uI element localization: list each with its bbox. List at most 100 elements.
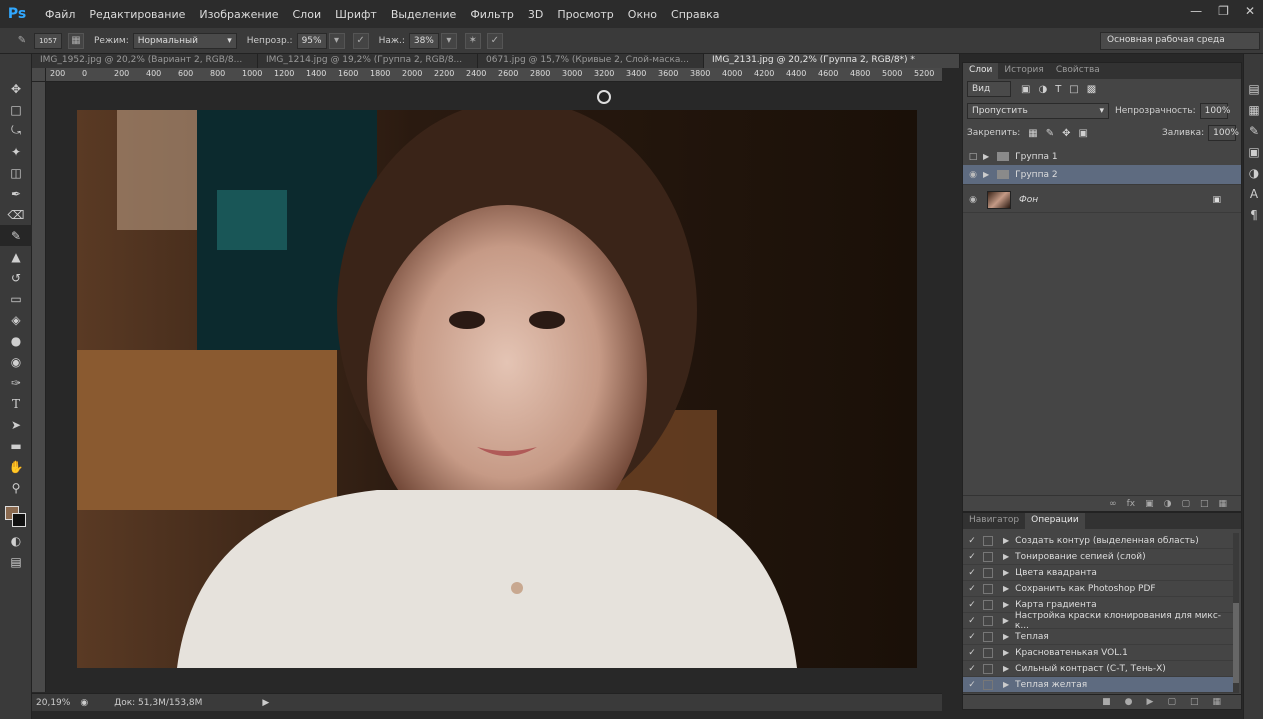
check-icon[interactable]: ✓	[963, 536, 981, 546]
expand-triangle-icon[interactable]: ▶	[1003, 600, 1009, 609]
lock-position-icon[interactable]: ✥	[1062, 128, 1070, 139]
brush-panel-icon[interactable]: ▦	[68, 32, 84, 49]
lock-transparency-icon[interactable]: ▦	[1028, 128, 1037, 139]
menu-filter[interactable]: Фильтр	[470, 8, 514, 21]
expand-triangle-icon[interactable]: ▶	[1003, 664, 1009, 673]
trash-icon[interactable]: ▦	[1218, 499, 1227, 509]
action-item[interactable]: ✓ ▶ Красноватенькая VOL.1	[963, 645, 1233, 661]
action-item[interactable]: ✓ ▶ Тонирование сепией (слой)	[963, 549, 1233, 565]
panel-icon[interactable]: ▣	[1244, 141, 1263, 162]
menu-type[interactable]: Шрифт	[335, 8, 377, 21]
opacity-input[interactable]: 95%	[296, 32, 327, 49]
action-item[interactable]: ✓ ▶ Сохранить как Photoshop PDF	[963, 581, 1233, 597]
doc-tab[interactable]: IMG_1952.jpg @ 20,2% (Вариант 2, RGB/8..…	[32, 54, 258, 68]
action-item[interactable]: ✓ ▶ Сильный контраст (С-Т, Тень-Х)	[963, 661, 1233, 677]
action-item[interactable]: ✓ ▶ Цвета квадранта	[963, 565, 1233, 581]
menu-window[interactable]: Окно	[628, 8, 657, 21]
clone-stamp-tool-icon[interactable]: ▲	[0, 246, 32, 267]
photo-canvas[interactable]	[77, 110, 917, 668]
layer-row[interactable]: ◉ Фон ▣	[963, 187, 1241, 213]
expand-triangle-icon[interactable]: ▶	[1003, 680, 1009, 689]
pressure-size-icon[interactable]: ✓	[486, 32, 503, 49]
brush-tool-icon[interactable]: ✎	[0, 225, 32, 246]
layer-opacity-input[interactable]: 100%	[1199, 103, 1230, 119]
doc-tab[interactable]: IMG_1214.jpg @ 19,2% (Группа 2, RGB/8...	[258, 54, 478, 68]
check-icon[interactable]: ✓	[963, 568, 981, 578]
pressure-opacity-icon[interactable]: ✓	[352, 32, 369, 49]
mode-select[interactable]: Нормальный ▾	[132, 32, 237, 49]
hand-tool-icon[interactable]: ✋	[0, 456, 32, 477]
type-tool-icon[interactable]: T	[0, 393, 32, 414]
dialog-toggle[interactable]	[982, 615, 993, 626]
tab-properties[interactable]: Свойства	[1050, 63, 1106, 79]
paint-bucket-tool-icon[interactable]: ◈	[0, 309, 32, 330]
menu-view[interactable]: Просмотр	[557, 8, 613, 21]
check-icon[interactable]: ✓	[963, 600, 981, 610]
expand-triangle-icon[interactable]: ▶	[1003, 584, 1009, 593]
eye-icon[interactable]: ◉	[963, 195, 983, 205]
opacity-dropdown-icon[interactable]: ▾	[328, 32, 345, 49]
eraser-tool-icon[interactable]: ▭	[0, 288, 32, 309]
flow-input[interactable]: 38%	[408, 32, 439, 49]
scrollbar-thumb[interactable]	[1233, 603, 1239, 683]
menu-select[interactable]: Выделение	[391, 8, 457, 21]
dialog-toggle[interactable]	[983, 567, 993, 578]
workspace-select[interactable]: Основная рабочая среда	[1100, 32, 1260, 50]
dialog-toggle[interactable]	[983, 631, 993, 642]
expand-triangle-icon[interactable]: ▶	[983, 170, 989, 179]
eyedropper-tool-icon[interactable]: ✒	[0, 183, 32, 204]
panel-icon[interactable]: A	[1244, 183, 1263, 204]
check-icon[interactable]: ✓	[963, 648, 981, 658]
layer-kind-select[interactable]: Вид	[967, 81, 1011, 97]
filter-shape-icon[interactable]: □	[1069, 84, 1078, 95]
brush-size-picker[interactable]: 1057	[34, 32, 62, 49]
check-icon[interactable]: ✓	[963, 664, 981, 674]
action-item[interactable]: ✓ ▶ Создать контур (выделенная область)	[963, 533, 1233, 549]
airbrush-icon[interactable]: ✶	[464, 32, 481, 49]
check-icon[interactable]: ✓	[963, 632, 981, 642]
filter-smart-icon[interactable]: ▩	[1087, 84, 1096, 95]
check-icon[interactable]: ✓	[963, 552, 981, 562]
dialog-toggle[interactable]	[983, 663, 993, 674]
expand-triangle-icon[interactable]: ▶	[1003, 568, 1009, 577]
layer-row[interactable]: □ ▶ Группа 1	[963, 147, 1241, 167]
new-group-icon[interactable]: ▢	[1181, 499, 1190, 509]
panel-icon[interactable]: ◑	[1244, 162, 1263, 183]
new-action-icon[interactable]: □	[1190, 697, 1199, 707]
background-color[interactable]	[12, 513, 26, 527]
expand-triangle-icon[interactable]: ▶	[1003, 552, 1009, 561]
expand-triangle-icon[interactable]: ▶	[1003, 632, 1009, 641]
crop-tool-icon[interactable]: ◫	[0, 162, 32, 183]
marquee-tool-icon[interactable]: □	[0, 99, 32, 120]
panel-icon[interactable]: ✎	[1244, 120, 1263, 141]
expand-triangle-icon[interactable]: ▶	[1003, 536, 1009, 545]
menu-file[interactable]: Файл	[45, 8, 75, 21]
shape-tool-icon[interactable]: ▬	[0, 435, 32, 456]
status-arrow-icon[interactable]: ▶	[262, 698, 269, 708]
tab-actions[interactable]: Операции	[1025, 513, 1085, 529]
dialog-toggle[interactable]	[983, 551, 993, 562]
play-icon[interactable]: ▶	[1147, 697, 1154, 707]
expand-triangle-icon[interactable]: ▶	[1003, 648, 1009, 657]
add-mask-icon[interactable]: ▣	[1145, 499, 1154, 509]
menu-help[interactable]: Справка	[671, 8, 719, 21]
menu-image[interactable]: Изображение	[199, 8, 278, 21]
restore-icon[interactable]: ❐	[1218, 4, 1229, 18]
check-icon[interactable]: ✓	[963, 616, 981, 626]
quick-select-tool-icon[interactable]: ✦	[0, 141, 32, 162]
move-tool-icon[interactable]: ✥	[0, 78, 32, 99]
dodge-tool-icon[interactable]: ◉	[0, 351, 32, 372]
close-icon[interactable]: ✕	[1245, 4, 1255, 18]
filter-pixel-icon[interactable]: ▣	[1021, 84, 1030, 95]
menu-layers[interactable]: Слои	[293, 8, 322, 21]
blur-tool-icon[interactable]: ●	[0, 330, 32, 351]
path-select-tool-icon[interactable]: ➤	[0, 414, 32, 435]
lock-all-icon[interactable]: ▣	[1079, 128, 1088, 139]
color-swatches[interactable]	[0, 500, 31, 530]
doc-tab[interactable]: 0671.jpg @ 15,7% (Кривые 2, Слой-маска..…	[478, 54, 704, 68]
tab-navigator[interactable]: Навигатор	[963, 513, 1025, 529]
expand-triangle-icon[interactable]: ▶	[1003, 616, 1009, 625]
filter-adjustment-icon[interactable]: ◑	[1038, 84, 1047, 95]
dialog-toggle[interactable]	[983, 535, 993, 546]
menu-edit[interactable]: Редактирование	[89, 8, 185, 21]
